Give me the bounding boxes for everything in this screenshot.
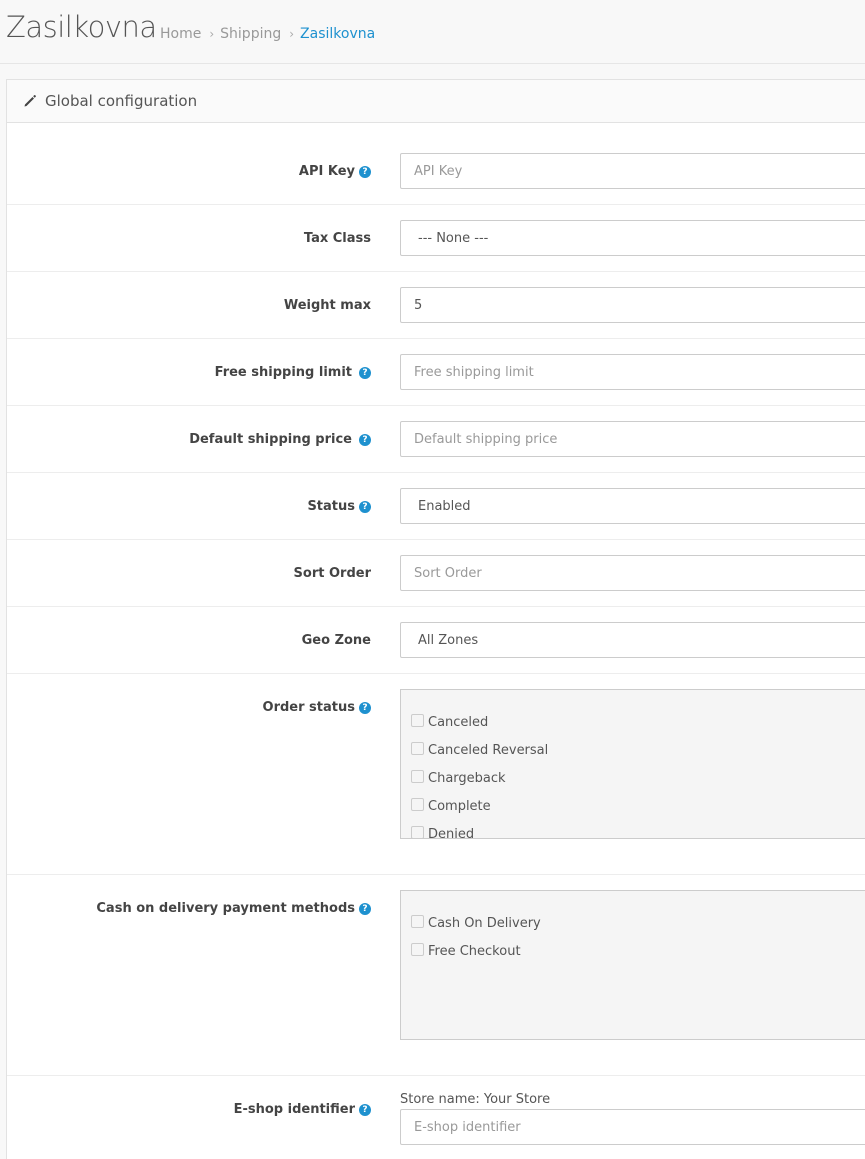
- checkbox[interactable]: [411, 797, 424, 811]
- checkbox[interactable]: [411, 741, 424, 755]
- option-label: Canceled: [428, 714, 489, 730]
- sort-order-input[interactable]: Sort Order: [400, 555, 865, 591]
- default-shipping-price-label: Default shipping price ?: [189, 432, 371, 447]
- sort-order-label-text: Sort Order: [293, 566, 371, 581]
- help-icon[interactable]: ?: [359, 433, 371, 446]
- breadcrumb: Home › Shipping › Zasilkovna: [160, 26, 375, 42]
- page-title: Zasilkovna: [6, 10, 157, 44]
- form-row-cod-methods: Cash on delivery payment methods ? Cash …: [7, 875, 865, 1076]
- option-label: Complete: [428, 798, 491, 814]
- weight-max-input[interactable]: 5: [400, 287, 865, 323]
- panel-heading: Global configuration: [7, 80, 865, 123]
- weight-max-label-text: Weight max: [283, 298, 371, 313]
- option-label: Denied: [428, 826, 475, 839]
- order-status-option[interactable]: Canceled: [401, 708, 865, 736]
- form-row-weight-max: Weight max 5: [7, 272, 865, 339]
- status-label: Status ?: [307, 499, 371, 514]
- eshop-identifier-input[interactable]: E-shop identifier: [400, 1109, 865, 1145]
- free-shipping-limit-input[interactable]: Free shipping limit: [400, 354, 865, 390]
- tax-class-label: Tax Class: [304, 231, 371, 246]
- help-icon[interactable]: ?: [359, 701, 371, 714]
- weight-max-label: Weight max: [284, 298, 371, 313]
- form-row-api-key: API Key ? API Key: [7, 123, 865, 205]
- form-row-tax-class: Tax Class --- None ---: [7, 205, 865, 272]
- breadcrumb-home[interactable]: Home: [160, 26, 201, 42]
- form-row-default-shipping-price: Default shipping price ? Default shippin…: [7, 406, 865, 473]
- option-label: Cash On Delivery: [428, 915, 541, 931]
- status-select[interactable]: Enabled: [400, 488, 865, 524]
- option-label: Chargeback: [428, 770, 506, 786]
- geo-zone-label: Geo Zone: [302, 633, 371, 648]
- form-row-status: Status ? Enabled: [7, 473, 865, 540]
- checkbox[interactable]: [411, 769, 424, 783]
- breadcrumb-zasilkovna[interactable]: Zasilkovna: [300, 26, 375, 42]
- order-status-option[interactable]: Complete: [401, 792, 865, 820]
- option-label: Canceled Reversal: [428, 742, 549, 758]
- sort-order-label: Sort Order: [294, 566, 371, 581]
- option-label: Free Checkout: [428, 943, 521, 959]
- form-row-order-status: Order status ? Canceled Canceled Reversa…: [7, 674, 865, 875]
- global-configuration-panel: Global configuration API Key ? API Key T…: [6, 79, 865, 1159]
- breadcrumb-separator-icon: ›: [209, 27, 215, 41]
- checkbox[interactable]: [411, 914, 424, 928]
- tax-class-select[interactable]: --- None ---: [400, 220, 865, 256]
- checkbox[interactable]: [411, 942, 424, 956]
- api-key-label-text: API Key: [298, 164, 355, 179]
- cod-methods-label-text: Cash on delivery payment methods: [96, 901, 355, 916]
- cod-methods-checkbox-list[interactable]: Cash On Delivery Free Checkout: [400, 890, 865, 1040]
- pencil-icon: [24, 95, 36, 107]
- form-row-geo-zone: Geo Zone All Zones: [7, 607, 865, 674]
- page-header: Zasilkovna Home › Shipping › Zasilkovna: [0, 0, 865, 64]
- free-shipping-limit-label-text: Free shipping limit: [214, 365, 352, 380]
- form-row-sort-order: Sort Order Sort Order: [7, 540, 865, 607]
- free-shipping-limit-label: Free shipping limit ?: [215, 365, 371, 380]
- default-shipping-price-input[interactable]: Default shipping price: [400, 421, 865, 457]
- api-key-input[interactable]: API Key: [400, 153, 865, 189]
- order-status-option[interactable]: Canceled Reversal: [401, 736, 865, 764]
- order-status-label-text: Order status: [262, 700, 355, 715]
- order-status-option[interactable]: Chargeback: [401, 764, 865, 792]
- panel-title: Global configuration: [45, 92, 198, 110]
- form-row-free-shipping-limit: Free shipping limit ? Free shipping limi…: [7, 339, 865, 406]
- checkbox[interactable]: [411, 825, 424, 838]
- order-status-checkbox-list[interactable]: Canceled Canceled Reversal Chargeback Co…: [400, 689, 865, 839]
- status-label-text: Status: [307, 499, 355, 514]
- api-key-label: API Key ?: [299, 164, 371, 179]
- tax-class-label-text: Tax Class: [303, 231, 371, 246]
- order-status-option[interactable]: Denied: [401, 820, 865, 839]
- eshop-identifier-label: E-shop identifier ?: [234, 1102, 371, 1117]
- checkbox[interactable]: [411, 713, 424, 727]
- help-icon[interactable]: ?: [359, 165, 371, 178]
- help-icon[interactable]: ?: [359, 500, 371, 513]
- order-status-label: Order status ?: [263, 700, 371, 715]
- cod-method-option[interactable]: Free Checkout: [401, 937, 865, 965]
- help-icon[interactable]: ?: [359, 902, 371, 915]
- breadcrumb-separator-icon: ›: [289, 27, 295, 41]
- breadcrumb-shipping[interactable]: Shipping: [220, 26, 281, 42]
- geo-zone-label-text: Geo Zone: [301, 633, 371, 648]
- help-icon[interactable]: ?: [359, 1103, 371, 1116]
- default-shipping-price-label-text: Default shipping price: [189, 432, 352, 447]
- geo-zone-select[interactable]: All Zones: [400, 622, 865, 658]
- cod-method-option[interactable]: Cash On Delivery: [401, 909, 865, 937]
- help-icon[interactable]: ?: [359, 366, 371, 379]
- eshop-identifier-label-text: E-shop identifier: [233, 1102, 355, 1117]
- store-name-text: Store name: Your Store: [400, 1092, 551, 1107]
- cod-methods-label: Cash on delivery payment methods ?: [96, 901, 371, 916]
- form-row-eshop-identifier: E-shop identifier ? Store name: Your Sto…: [7, 1076, 865, 1159]
